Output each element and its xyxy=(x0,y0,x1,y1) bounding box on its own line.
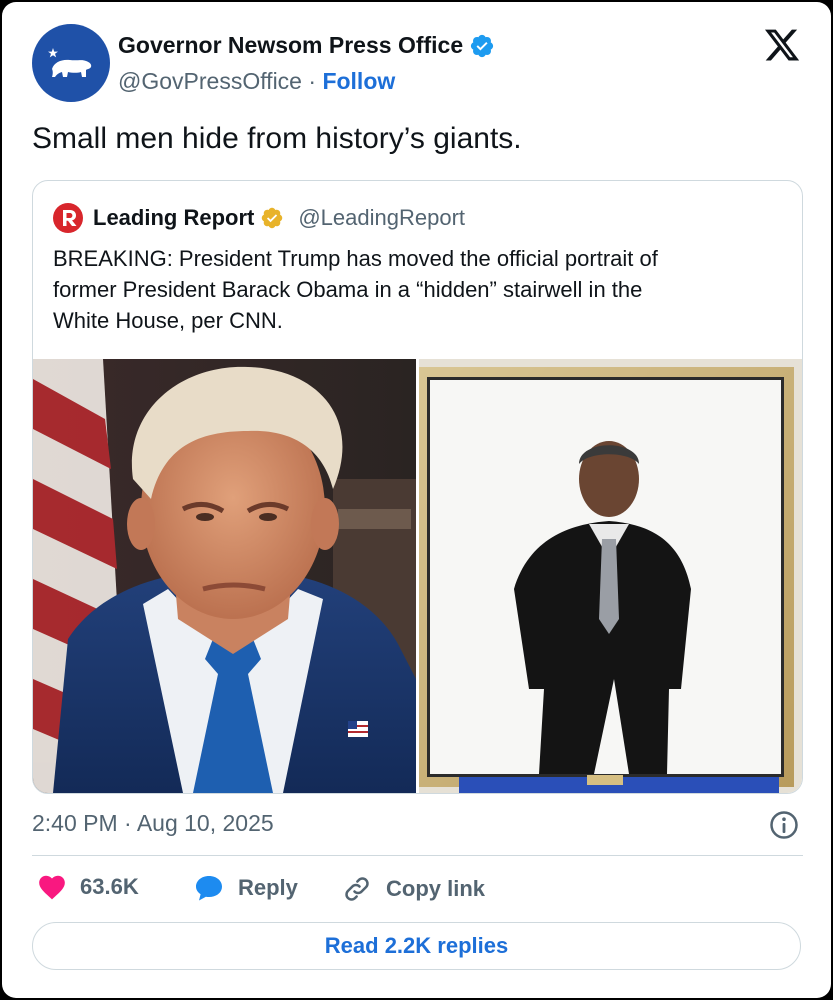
leading-report-logo-icon xyxy=(53,203,83,233)
heart-icon xyxy=(39,875,65,900)
quoted-text-line: former President Barack Obama in a “hidd… xyxy=(53,277,643,302)
tweet-card: Governor Newsom Press Office @GovPressOf… xyxy=(2,2,831,998)
quoted-text: BREAKING: President Trump has moved the … xyxy=(53,243,773,336)
quoted-text-line: White House, per CNN. xyxy=(53,308,283,333)
link-icon xyxy=(345,877,369,901)
quoted-author-handle: @LeadingReport xyxy=(298,205,466,230)
quoted-text-line: BREAKING: President Trump has moved the … xyxy=(53,246,658,271)
reply-bubble-icon xyxy=(196,876,222,901)
like-count: 63.6K xyxy=(80,874,139,899)
gold-verified-badge-icon xyxy=(262,207,283,229)
author-handle[interactable]: @GovPressOffice xyxy=(118,68,302,94)
read-replies-button[interactable]: Read 2.2K replies xyxy=(32,922,801,970)
info-icon[interactable] xyxy=(769,810,799,845)
avatar[interactable] xyxy=(32,24,110,102)
copy-link-label: Copy link xyxy=(386,876,486,901)
author-name-row: Governor Newsom Press Office xyxy=(118,32,495,59)
like-button[interactable]: 63.6K xyxy=(38,874,139,900)
author-handle-row: @GovPressOffice · Follow xyxy=(118,68,395,95)
quoted-tweet[interactable]: Leading Report @LeadingReport BREAKING: … xyxy=(32,180,803,794)
california-bear-icon xyxy=(48,48,92,77)
verified-badge-icon xyxy=(471,34,494,57)
reply-button[interactable]: Reply xyxy=(194,874,298,902)
copy-link-button[interactable]: Copy link xyxy=(342,874,485,904)
follow-button[interactable]: Follow xyxy=(322,68,395,94)
divider xyxy=(32,855,803,856)
quoted-author-name: Leading Report xyxy=(93,205,255,230)
tweet-text: Small men hide from history’s giants. xyxy=(32,122,522,155)
tweet-timestamp[interactable]: 2:40 PM · Aug 10, 2025 xyxy=(32,810,274,837)
x-logo-icon[interactable] xyxy=(763,26,801,69)
obama-portrait-photo[interactable] xyxy=(419,359,802,793)
trump-portrait-photo[interactable] xyxy=(33,359,416,793)
quoted-header: Leading Report @LeadingReport xyxy=(53,203,465,233)
handle-separator: · xyxy=(308,68,317,94)
author-name[interactable]: Governor Newsom Press Office xyxy=(118,32,463,59)
reply-label: Reply xyxy=(238,875,298,900)
